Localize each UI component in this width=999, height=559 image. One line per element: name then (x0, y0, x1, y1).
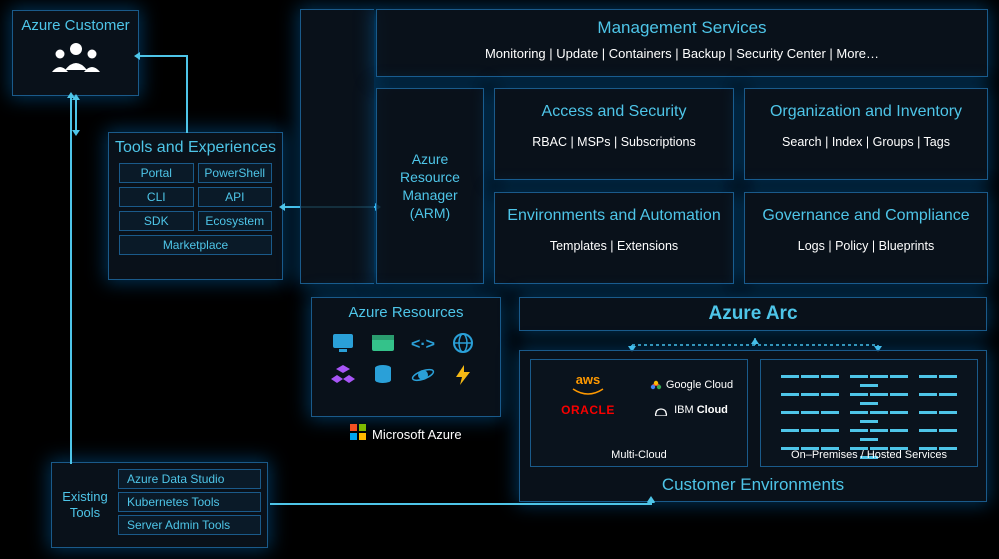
tool-portal: Portal (119, 163, 194, 183)
resource-monitor-icon (328, 329, 358, 357)
customer-environments-title: Customer Environments (520, 475, 986, 495)
arrow-up-to-customer (70, 98, 72, 99)
existing-tool-ads: Azure Data Studio (118, 469, 261, 489)
onprem-label: On–Premises / Hosted Services (761, 449, 977, 461)
existing-tool-serveradmin: Server Admin Tools (118, 515, 261, 535)
customer-environments-box: aws Google Cloud ORACLE IBM Cloud Multi-… (519, 350, 987, 502)
tools-experiences-box: Tools and Experiences Portal PowerShell … (108, 132, 283, 280)
tool-sdk: SDK (119, 211, 194, 231)
multi-cloud-box: aws Google Cloud ORACLE IBM Cloud Multi-… (530, 359, 748, 467)
outer-left-rail (300, 9, 374, 284)
server-racks-icon (761, 360, 977, 460)
connector-existing-to-env-h (270, 503, 652, 505)
ms-azure-label-row: Microsoft Azure (350, 424, 462, 445)
resource-cubes-icon (328, 361, 358, 389)
connector-down-to-tools (186, 55, 188, 133)
quad-access-title: Access and Security (495, 103, 733, 121)
people-icon (13, 40, 138, 85)
arrow-into-env (650, 502, 652, 505)
onprem-box: On–Premises / Hosted Services (760, 359, 978, 467)
connector-customer-existing-v (70, 98, 72, 464)
provider-ibm: IBM Cloud (641, 403, 739, 417)
azure-customer-label: Azure Customer (13, 17, 138, 34)
resource-globe-icon (448, 329, 478, 357)
management-services-box: Management Services Monitoring | Update … (376, 9, 988, 77)
existing-tool-k8s: Kubernetes Tools (118, 492, 261, 512)
microsoft-logo-icon (350, 424, 366, 445)
quad-env-title: Environments and Automation (495, 207, 733, 225)
arm-box: Azure Resource Manager (ARM) (376, 88, 484, 284)
azure-resources-box: Azure Resources <·> (311, 297, 501, 417)
resource-code-icon: <·> (408, 329, 438, 357)
arm-label: Azure Resource Manager (ARM) (377, 150, 483, 223)
arrow-customer-right (140, 55, 186, 57)
quad-org-title: Organization and Inventory (745, 103, 987, 121)
quad-access-box: Access and Security RBAC | MSPs | Subscr… (494, 88, 734, 180)
existing-tools-box: Existing Tools Azure Data Studio Kuberne… (51, 462, 268, 548)
quad-gov-box: Governance and Compliance Logs | Policy … (744, 192, 988, 284)
multi-cloud-label: Multi-Cloud (531, 449, 747, 461)
resource-functions-icon (448, 361, 478, 389)
azure-resources-title: Azure Resources (312, 304, 500, 321)
management-services-title: Management Services (377, 18, 987, 38)
tool-marketplace: Marketplace (119, 235, 272, 255)
resource-database-icon (368, 361, 398, 389)
tool-ecosystem: Ecosystem (198, 211, 273, 231)
resource-webapp-icon (368, 329, 398, 357)
ms-azure-text: Microsoft Azure (372, 427, 462, 442)
quad-gov-title: Governance and Compliance (745, 207, 987, 225)
quad-org-box: Organization and Inventory Search | Inde… (744, 88, 988, 180)
quad-access-sub: RBAC | MSPs | Subscriptions (495, 135, 733, 149)
provider-google: Google Cloud (641, 372, 739, 397)
azure-arc-box: Azure Arc (519, 297, 987, 331)
azure-customer-box: Azure Customer (12, 10, 139, 96)
azure-arc-title: Azure Arc (520, 298, 986, 330)
quad-env-sub: Templates | Extensions (495, 239, 733, 253)
arrow-customer-tools (75, 100, 77, 130)
tools-experiences-title: Tools and Experiences (109, 139, 282, 157)
provider-aws: aws (539, 372, 637, 397)
tool-api: API (198, 187, 273, 207)
tool-cli: CLI (119, 187, 194, 207)
management-services-sub: Monitoring | Update | Containers | Backu… (377, 46, 987, 61)
quad-gov-sub: Logs | Policy | Blueprints (745, 239, 987, 253)
existing-tools-title: Existing Tools (52, 489, 118, 520)
resource-cosmos-icon (408, 361, 438, 389)
tool-powershell: PowerShell (198, 163, 273, 183)
quad-env-box: Environments and Automation Templates | … (494, 192, 734, 284)
provider-oracle: ORACLE (539, 403, 637, 417)
svg-text:<·>: <·> (411, 336, 435, 353)
quad-org-sub: Search | Index | Groups | Tags (745, 135, 987, 149)
